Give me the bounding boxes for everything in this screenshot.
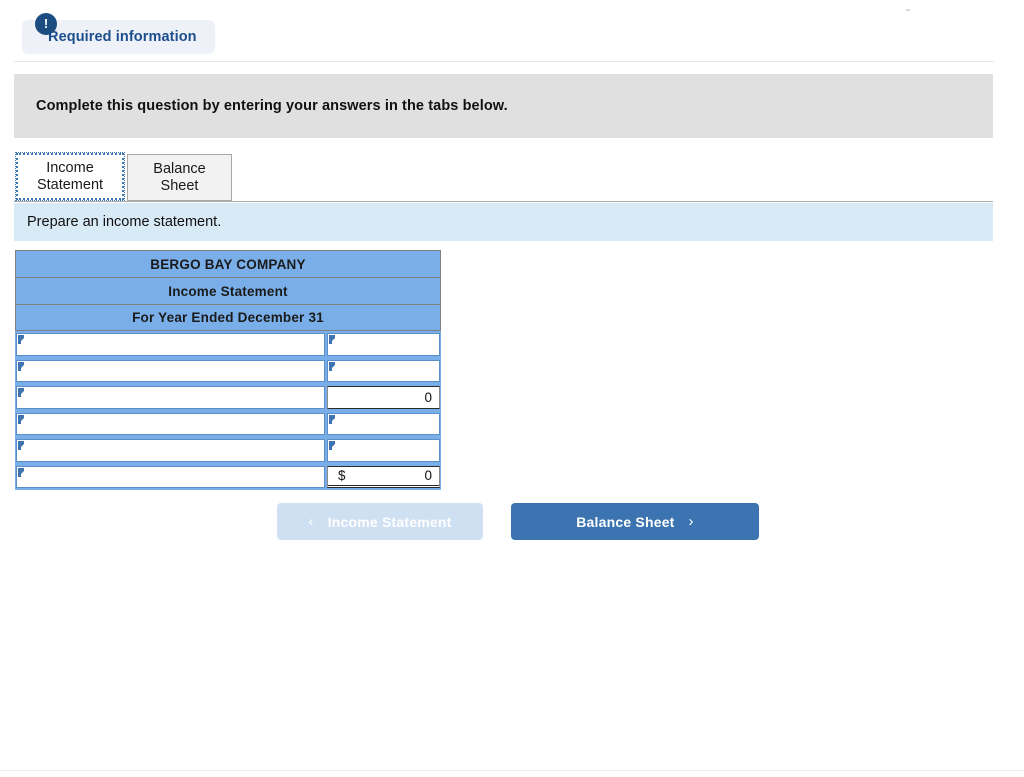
instruction-banner: Complete this question by entering your …	[14, 74, 993, 138]
amount-total-6: $ 0	[327, 465, 440, 488]
worksheet-title-statement: Income Statement	[15, 277, 441, 304]
table-row: 0	[15, 384, 441, 411]
dropdown-marker-icon	[18, 388, 24, 397]
worksheet-title-period: For Year Ended December 31	[15, 304, 441, 331]
currency-symbol: $	[338, 468, 346, 484]
instruction-banner-text: Complete this question by entering your …	[36, 98, 508, 114]
prompt-bar: Prepare an income statement.	[14, 203, 993, 241]
account-label-input-5[interactable]	[16, 439, 325, 462]
dropdown-marker-icon	[329, 414, 335, 424]
next-button-label: Balance Sheet	[576, 513, 675, 530]
account-label-input-4[interactable]	[16, 412, 325, 435]
page-artifact	[906, 9, 910, 11]
chevron-left-icon: ‹	[308, 513, 314, 530]
dropdown-marker-icon	[18, 335, 24, 344]
amount-computed-3: 0	[327, 386, 440, 409]
account-label-input-2[interactable]	[16, 359, 325, 382]
dropdown-marker-icon	[329, 441, 335, 450]
navigation-buttons: ‹ Income Statement Balance Sheet ›	[277, 503, 759, 540]
table-row	[15, 331, 441, 358]
dropdown-marker-icon	[18, 361, 24, 371]
dropdown-marker-icon	[329, 361, 335, 371]
tab-balance-sheet-label: Balance Sheet	[153, 160, 206, 194]
chevron-right-icon: ›	[688, 513, 694, 530]
table-row	[15, 357, 441, 384]
prompt-text: Prepare an income statement.	[27, 214, 222, 230]
amount-input-2[interactable]	[327, 359, 440, 382]
previous-income-statement-button[interactable]: ‹ Income Statement	[277, 503, 483, 540]
tab-income-statement[interactable]: Income Statement	[15, 152, 125, 201]
tab-baseline	[14, 201, 993, 202]
amount-value-3: 0	[424, 389, 432, 405]
amount-input-4[interactable]	[327, 412, 440, 435]
account-label-input-1[interactable]	[16, 333, 325, 356]
header-divider	[14, 61, 994, 62]
dropdown-marker-icon	[18, 414, 24, 424]
page-bottom-divider	[0, 770, 1024, 771]
account-label-input-3[interactable]	[16, 386, 325, 409]
required-information-badge: ! Required information	[22, 13, 215, 54]
table-row	[15, 410, 441, 437]
tab-balance-sheet[interactable]: Balance Sheet	[127, 154, 232, 201]
worksheet-title-company: BERGO BAY COMPANY	[15, 250, 441, 277]
dropdown-marker-icon	[18, 441, 24, 450]
amount-input-1[interactable]	[327, 333, 440, 356]
table-row: $ 0	[15, 463, 441, 490]
previous-button-label: Income Statement	[327, 513, 452, 530]
next-balance-sheet-button[interactable]: Balance Sheet ›	[511, 503, 759, 540]
income-statement-worksheet: BERGO BAY COMPANY Income Statement For Y…	[15, 250, 441, 490]
tab-strip: Income Statement Balance Sheet	[14, 146, 993, 202]
account-label-input-6[interactable]	[16, 465, 325, 488]
dropdown-marker-icon	[18, 467, 24, 477]
amount-input-5[interactable]	[327, 439, 440, 462]
tab-income-statement-label: Income Statement	[36, 159, 104, 193]
amount-value-6: 0	[424, 468, 432, 484]
table-row	[15, 437, 441, 464]
exclamation-icon: !	[35, 13, 57, 35]
dropdown-marker-icon	[329, 335, 335, 344]
